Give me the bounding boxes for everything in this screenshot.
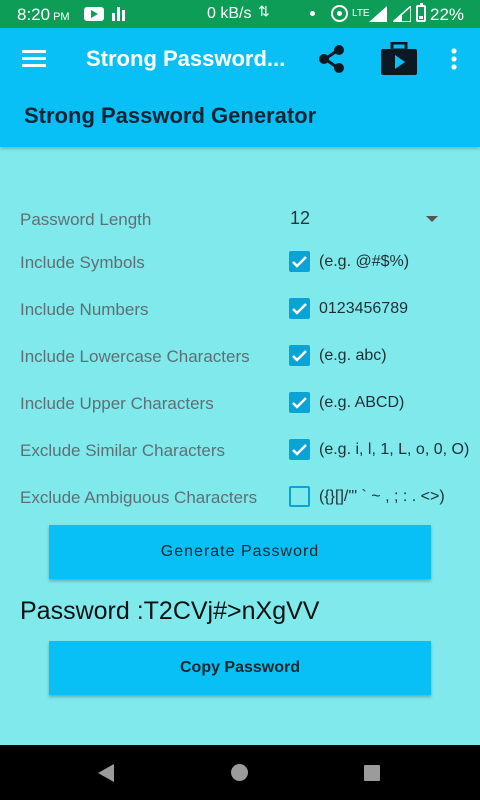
bar-chart-icon	[112, 7, 126, 21]
status-bar: 8:20 PM 0 kB/s ⇅ LTE 22%	[0, 0, 480, 28]
home-icon[interactable]	[231, 764, 248, 781]
include-symbols-label: Include Symbols	[20, 253, 145, 272]
youtube-icon	[84, 7, 104, 21]
include-numbers-checkbox[interactable]	[289, 298, 310, 319]
briefcase-play-icon[interactable]	[379, 28, 419, 90]
exclude-ambiguous-label: Exclude Ambiguous Characters	[20, 488, 258, 507]
password-output: Password :T2CVj#>nXgVV	[20, 597, 320, 625]
password-length-label: Password Length	[20, 210, 152, 229]
include-uppercase-label: Include Upper Characters	[20, 394, 214, 413]
status-time: 8:20 PM	[17, 5, 70, 24]
exclude-similar-label: Exclude Similar Characters	[20, 441, 226, 460]
network-speed: 0 kB/s	[207, 5, 252, 22]
dropdown-arrow-icon	[426, 216, 438, 222]
include-lowercase-checkbox[interactable]	[289, 345, 310, 366]
exclude-similar-hint: (e.g. i, l, 1, L, o, 0, O)	[319, 441, 470, 458]
generate-password-button[interactable]: Generate Password	[49, 525, 431, 579]
exclude-similar-checkbox[interactable]	[289, 439, 310, 460]
include-numbers-hint: 0123456789	[319, 300, 408, 317]
copy-password-button[interactable]: Copy Password	[49, 641, 431, 695]
battery-icon	[416, 3, 426, 22]
signal-icon-2	[393, 6, 411, 22]
signal-icon	[369, 6, 387, 22]
include-numbers-label: Include Numbers	[20, 300, 149, 319]
data-transfer-icon: ⇅	[258, 3, 270, 19]
include-lowercase-label: Include Lowercase Characters	[20, 347, 250, 366]
menu-icon[interactable]	[22, 50, 46, 68]
include-lowercase-hint: (e.g. abc)	[319, 347, 387, 364]
hotspot-icon	[331, 5, 348, 22]
page-title: Strong Password Generator	[24, 103, 317, 128]
exclude-ambiguous-checkbox[interactable]	[289, 486, 310, 507]
system-nav-bar	[0, 745, 480, 800]
include-symbols-checkbox[interactable]	[289, 251, 310, 272]
back-icon[interactable]	[98, 764, 114, 782]
password-length-value: 12	[290, 208, 311, 228]
battery-percent: 22%	[430, 5, 465, 24]
more-vert-icon[interactable]	[444, 28, 464, 90]
toolbar-title: Strong Password...	[86, 46, 286, 71]
network-type: LTE	[352, 8, 370, 19]
notification-dot-icon	[310, 11, 315, 16]
include-uppercase-hint: (e.g. ABCD)	[319, 394, 405, 411]
include-symbols-hint: (e.g. @#$%)	[319, 253, 410, 270]
header-band: Strong Password Generator	[0, 90, 480, 147]
share-icon[interactable]	[314, 28, 350, 90]
exclude-ambiguous-hint: ({}[]/'" ` ~ , ; : . <>)	[319, 488, 445, 505]
recent-apps-icon[interactable]	[364, 765, 380, 781]
app-toolbar: Strong Password...	[0, 28, 480, 90]
include-uppercase-checkbox[interactable]	[289, 392, 310, 413]
